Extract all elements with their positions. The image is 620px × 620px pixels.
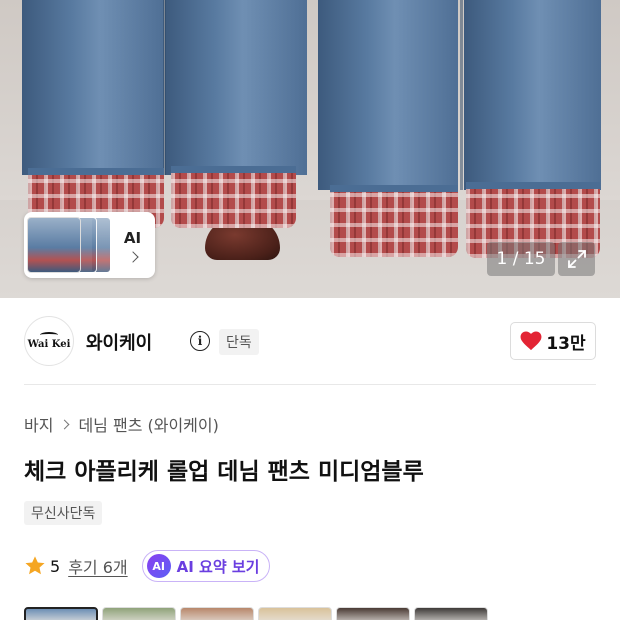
jeans-leg [318,0,458,190]
jeans-seam [163,0,166,175]
divider [24,384,596,385]
breadcrumb: 바지 데님 팬츠 (와이케이) [24,412,219,436]
ai-thumbnail-label: AI [123,229,142,247]
thumbnail-image [27,217,81,273]
ai-summary-label: AI 요약 보기 [176,557,260,576]
brand-logo[interactable]: Wai Kei [24,316,74,366]
exclusive-badge: 단독 [219,329,259,355]
jeans-leg [165,0,307,175]
jeans-leg [464,0,601,190]
chevron-right-icon [126,251,139,263]
review-link[interactable]: 후기 6개 [68,554,127,578]
brand-logo-text: Wai Kei [27,339,71,350]
plaid-cuff [330,185,458,257]
jeans-leg [22,0,164,175]
ai-thumbnail-side: AI [113,229,152,263]
chevron-right-icon [60,419,70,429]
ai-thumbnail-card[interactable]: AI [24,212,155,278]
ai-badge-icon: AI [146,554,171,578]
jeans-seam [460,0,463,190]
color-swatch[interactable] [102,607,176,620]
breadcrumb-item[interactable]: 데님 팬츠 (와이케이) [78,412,218,436]
logo-wave [40,332,58,338]
image-counter: 1 / 15 [487,242,555,276]
product-title: 체크 아플리케 롤업 데님 팬츠 미디엄블루 [24,459,424,485]
exclusive-tag: 무신사단독 [24,501,103,525]
thumbnail-stack [27,215,113,275]
plaid-cuff [171,166,296,228]
like-button[interactable]: 13만 [510,322,596,360]
color-swatch[interactable] [414,607,488,620]
expand-button[interactable] [558,242,595,276]
expand-icon [567,250,586,268]
rating-value: 5 [50,556,61,576]
rating-row: 5 후기 6개 AI AI 요약 보기 [24,550,271,582]
star-icon [25,556,45,575]
like-count: 13만 [546,333,586,354]
breadcrumb-item[interactable]: 바지 [24,412,53,436]
color-swatch[interactable] [180,607,254,620]
info-icon[interactable]: i [190,331,210,351]
brand-row: Wai Kei 와이케이 i 단독 13만 [24,316,596,368]
heart-icon [520,331,542,351]
color-swatch[interactable] [336,607,410,620]
brand-name[interactable]: 와이케이 [86,329,152,355]
color-swatch[interactable] [258,607,332,620]
color-swatches [24,607,488,620]
color-swatch[interactable] [24,607,98,620]
ai-summary-button[interactable]: AI AI 요약 보기 [141,550,271,582]
